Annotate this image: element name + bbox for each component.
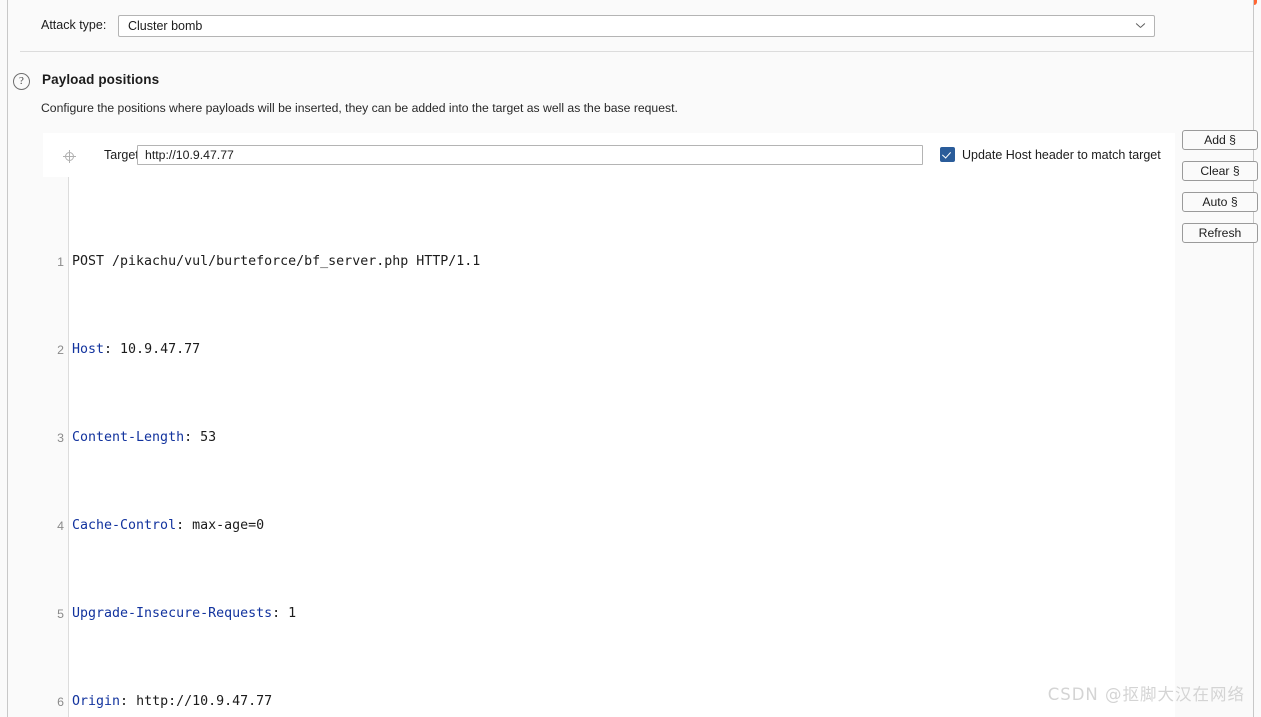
line-number: 5 bbox=[57, 607, 64, 621]
attack-type-value: Cluster bomb bbox=[128, 19, 203, 33]
refresh-button[interactable]: Refresh bbox=[1182, 223, 1258, 243]
code-line: 3 Content-Length: 53 bbox=[43, 427, 1175, 449]
panel-right-border bbox=[1253, 0, 1254, 717]
code-line: 5 Upgrade-Insecure-Requests: 1 bbox=[43, 603, 1175, 625]
header-name: Upgrade-Insecure-Requests bbox=[72, 606, 273, 621]
code-line: 2 Host: 10.9.47.77 bbox=[43, 339, 1175, 361]
line-number: 1 bbox=[57, 255, 64, 269]
colon: : bbox=[184, 430, 201, 445]
header-name: Content-Length bbox=[72, 430, 185, 445]
request-code: 1 POST /pikachu/vul/burteforce/bf_server.… bbox=[43, 185, 1175, 717]
colon: : bbox=[104, 342, 121, 357]
header-value: 53 bbox=[200, 430, 217, 445]
header-value: 10.9.47.77 bbox=[120, 342, 201, 357]
attack-type-row: Attack type: Cluster bomb bbox=[8, 0, 1253, 45]
help-icon[interactable]: ? bbox=[13, 73, 30, 90]
header-name: Host bbox=[72, 342, 105, 357]
code-line: 4 Cache-Control: max-age=0 bbox=[43, 515, 1175, 537]
page-title: Payload positions bbox=[42, 72, 160, 87]
update-host-header-label: Update Host header to match target bbox=[962, 148, 1161, 162]
crosshair-icon[interactable] bbox=[63, 150, 76, 163]
attack-type-label: Attack type: bbox=[41, 18, 107, 32]
target-input-value: http://10.9.47.77 bbox=[145, 148, 234, 162]
line-number: 4 bbox=[57, 519, 64, 533]
line-number: 2 bbox=[57, 343, 64, 357]
line-number: 3 bbox=[57, 431, 64, 445]
section-divider bbox=[20, 51, 1253, 52]
chevron-down-icon bbox=[1136, 23, 1145, 29]
section-description: Configure the positions where payloads w… bbox=[41, 101, 678, 115]
target-bar: Target: http://10.9.47.77 Update Host he… bbox=[43, 133, 1175, 177]
header-value: http://10.9.47.77 bbox=[136, 694, 273, 709]
colon: : bbox=[120, 694, 137, 709]
target-input[interactable]: http://10.9.47.77 bbox=[137, 145, 923, 165]
colon: : bbox=[272, 606, 289, 621]
colon: : bbox=[176, 518, 193, 533]
attack-type-select[interactable]: Cluster bomb bbox=[118, 15, 1155, 37]
line-text: POST /pikachu/vul/burteforce/bf_server.p… bbox=[72, 254, 481, 269]
add-marker-button[interactable]: Add § bbox=[1182, 130, 1258, 150]
clear-markers-button[interactable]: Clear § bbox=[1182, 161, 1258, 181]
line-number: 6 bbox=[57, 695, 64, 709]
panel-left-border bbox=[7, 0, 8, 717]
code-line: 6 Origin: http://10.9.47.77 bbox=[43, 691, 1175, 713]
auto-markers-button[interactable]: Auto § bbox=[1182, 192, 1258, 212]
header-name: Cache-Control bbox=[72, 518, 177, 533]
burp-intruder-positions-panel: Attack type: Cluster bomb ? Payload posi… bbox=[0, 0, 1261, 717]
header-value: 1 bbox=[288, 606, 297, 621]
checkbox-icon bbox=[940, 147, 955, 162]
payload-marker-buttons: Add § Clear § Auto § Refresh bbox=[1182, 130, 1258, 254]
request-editor[interactable]: 1 POST /pikachu/vul/burteforce/bf_server.… bbox=[43, 177, 1175, 717]
code-line: 1 POST /pikachu/vul/burteforce/bf_server.… bbox=[43, 251, 1175, 273]
header-value: max-age=0 bbox=[192, 518, 265, 533]
header-name: Origin bbox=[72, 694, 121, 709]
